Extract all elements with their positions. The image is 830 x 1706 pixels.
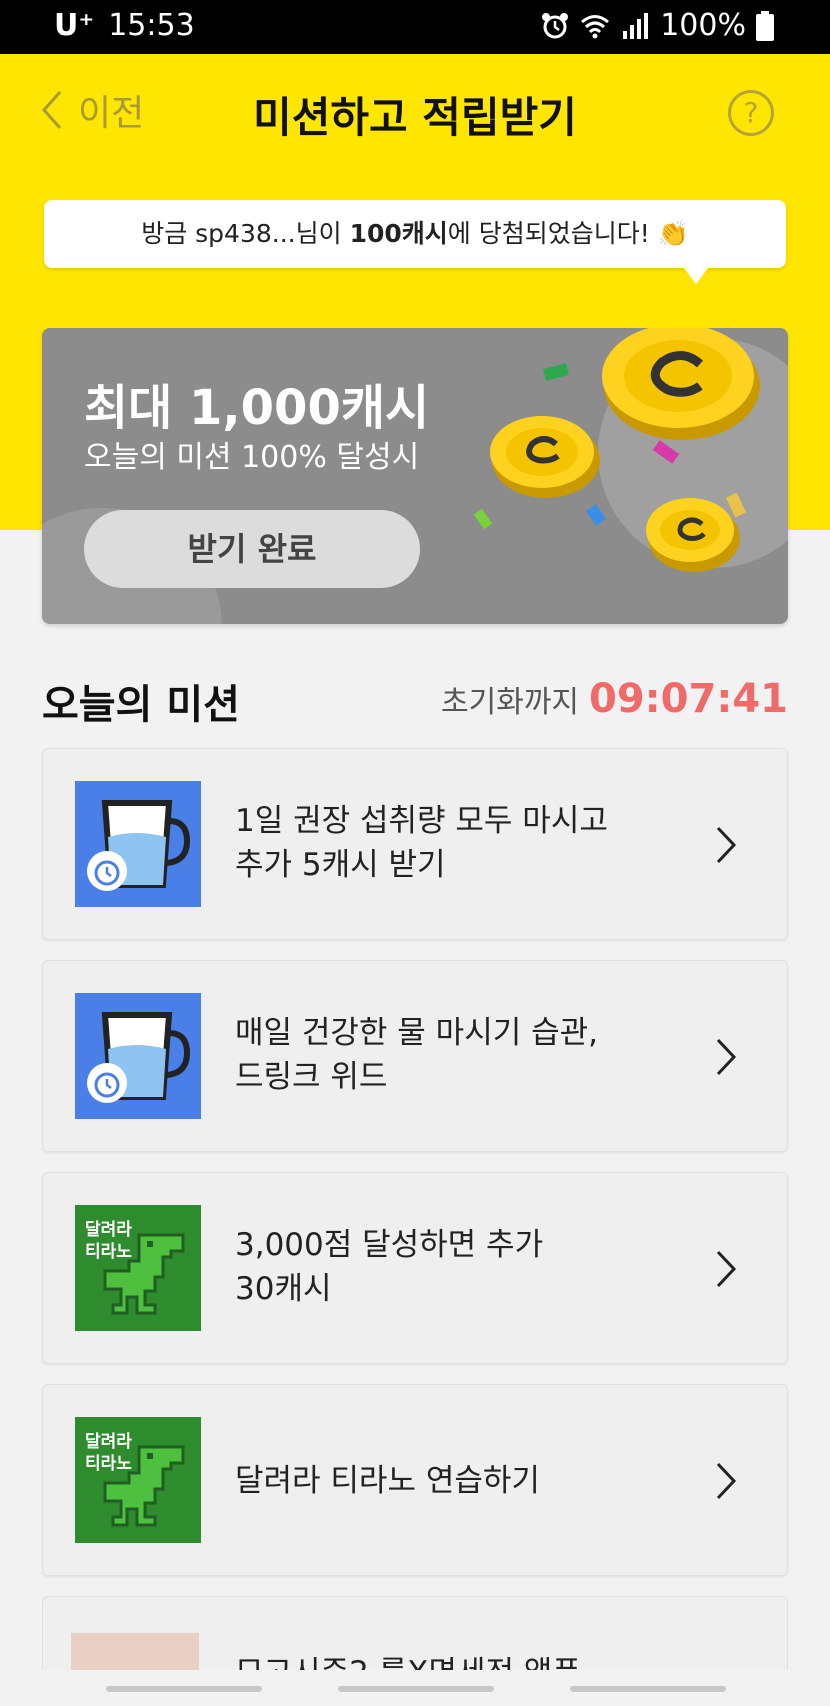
mission-title-line: 추가 5캐시 받기 xyxy=(235,847,446,883)
missions-header: 오늘의 미션 초기화까지 09:07:41 xyxy=(42,672,788,728)
help-button[interactable]: ? xyxy=(728,90,774,136)
coin-icon xyxy=(490,416,600,498)
mission-item[interactable]: 1일 권장 섭취량 모두 마시고 추가 5캐시 받기 xyxy=(42,748,788,940)
dino-icon-text-2: 티라노 xyxy=(85,1454,132,1474)
mission-title-line: 매일 건강한 물 마시기 습관, xyxy=(235,1015,598,1051)
chevron-right-icon xyxy=(716,1462,737,1500)
mission-title-line: 드링크 위드 xyxy=(235,1059,388,1095)
mission-title-line: 1일 권장 섭취량 모두 마시고 xyxy=(235,803,608,839)
dino-icon-text-1: 달려라 xyxy=(85,1219,132,1240)
wifi-icon xyxy=(581,14,610,38)
chevron-right-icon xyxy=(716,1250,737,1288)
nav-back-handle[interactable] xyxy=(570,1686,726,1692)
coin-icon xyxy=(602,328,760,440)
nav-recent-handle[interactable] xyxy=(106,1686,262,1692)
battery-percent: 100% xyxy=(660,8,746,43)
chevron-right-icon xyxy=(716,1038,737,1076)
claim-complete-button[interactable]: 받기 완료 xyxy=(84,510,420,588)
banner-title: 최대 1,000캐시 xyxy=(84,380,430,436)
reset-timer: 초기화까지 09:07:41 xyxy=(441,676,788,722)
mission-title-line: 3,000점 달성하면 추가 xyxy=(235,1227,544,1263)
gesture-nav-bar xyxy=(0,1670,830,1706)
nav-home-handle[interactable] xyxy=(338,1686,494,1692)
battery-icon xyxy=(756,10,774,41)
mission-text: 매일 건강한 물 마시기 습관, 드링크 위드 xyxy=(235,1011,675,1099)
reward-banner: 최대 1,000캐시 오늘의 미션 100% 달성시 받기 완료 xyxy=(42,328,788,624)
mission-title-line: 30캐시 xyxy=(235,1271,332,1307)
toast-prefix: 방금 sp438...님이 xyxy=(141,219,350,248)
water-cup-icon xyxy=(75,993,201,1119)
coin-icon xyxy=(646,498,740,572)
mission-text: 달려라 티라노 연습하기 xyxy=(235,1459,675,1503)
toast-suffix: 에 당첨되었습니다! 👏 xyxy=(447,219,689,248)
app-header: 이전 미션하고 적립받기 ? xyxy=(0,54,830,168)
mission-title-line: 달려라 티라노 연습하기 xyxy=(235,1463,540,1499)
toast-highlight: 100캐시 xyxy=(349,219,448,248)
water-cup-icon xyxy=(75,781,201,907)
mission-item[interactable]: 달려라 티라노 3,000점 달성하면 추가 30캐시 xyxy=(42,1172,788,1364)
dino-icon-text-1: 달려라 xyxy=(85,1431,132,1452)
mission-text: 3,000점 달성하면 추가 30캐시 xyxy=(235,1223,675,1311)
status-bar: U⁺ 15:53 100% xyxy=(0,0,830,54)
page-title: 미션하고 적립받기 xyxy=(253,93,577,142)
section-title: 오늘의 미션 xyxy=(42,682,240,728)
dino-game-icon: 달려라 티라노 xyxy=(75,1417,201,1543)
alarm-icon xyxy=(542,12,569,38)
dino-game-icon: 달려라 티라노 xyxy=(75,1205,201,1331)
reset-countdown: 09:07:41 xyxy=(589,676,788,722)
mission-item[interactable]: 달려라 티라노 달려라 티라노 연습하기 xyxy=(42,1384,788,1576)
reset-label: 초기화까지 xyxy=(441,685,580,720)
dino-icon-text-2: 티라노 xyxy=(85,1242,132,1262)
signal-icon xyxy=(623,12,649,39)
banner-subtitle: 오늘의 미션 100% 달성시 xyxy=(84,440,420,475)
toast-tail xyxy=(684,268,708,284)
winner-toast: 방금 sp438...님이 100캐시에 당첨되었습니다! 👏 xyxy=(44,200,786,284)
mission-item[interactable]: 매일 건강한 물 마시기 습관, 드링크 위드 xyxy=(42,960,788,1152)
carrier-label: U⁺ xyxy=(54,8,95,43)
mission-text: 1일 권장 섭취량 모두 마시고 추가 5캐시 받기 xyxy=(235,799,675,887)
chevron-right-icon xyxy=(716,826,737,864)
clock: 15:53 xyxy=(108,8,195,43)
